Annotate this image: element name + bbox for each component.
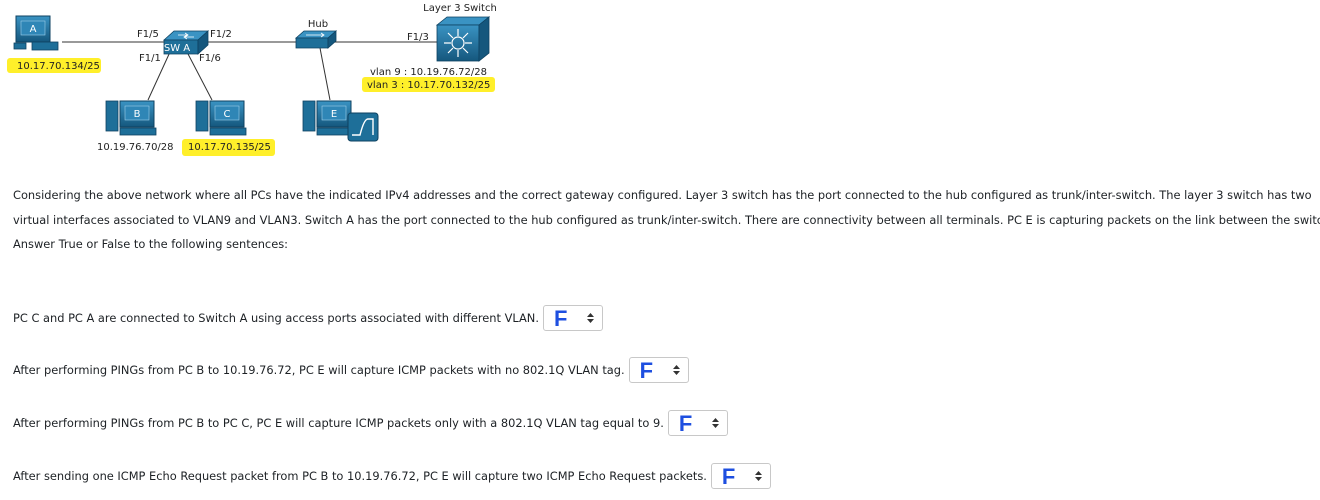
link-hub-pc-e — [319, 47, 331, 101]
question-1-text: PC C and PC A are connected to Switch A … — [13, 311, 539, 325]
port-f13-label: F1/3 — [407, 32, 429, 43]
instruction-line: Answer True or False to the following se… — [13, 237, 288, 251]
switch-a: SW A — [162, 30, 210, 55]
question-3-answer-value: F — [678, 411, 693, 436]
question-4-answer-value: F — [721, 464, 736, 489]
description-line-1: Considering the above network where all … — [13, 188, 1312, 202]
pc-b: B — [105, 100, 157, 136]
description-line-2: virtual interfaces associated to VLAN9 a… — [13, 213, 1320, 227]
pc-e: E — [302, 100, 354, 136]
question-3: After performing PINGs from PC B to PC C… — [13, 410, 728, 436]
port-f12-label: F1/2 — [210, 29, 232, 40]
question-1-answer-value: F — [553, 306, 568, 331]
question-4-text: After sending one ICMP Echo Request pack… — [13, 469, 707, 483]
pc-a-ip-label: 10.17.70.134/25 — [17, 61, 100, 72]
question-4-answer-select[interactable]: F — [710, 463, 771, 489]
pc-b-ip-label: 10.19.76.70/28 — [97, 142, 174, 153]
pc-e-letter: E — [331, 109, 337, 120]
port-f11-label: F1/1 — [139, 53, 161, 64]
question-3-text: After performing PINGs from PC B to PC C… — [13, 416, 664, 430]
question-3-answer-select[interactable]: F — [667, 410, 728, 436]
l3-switch — [435, 16, 491, 62]
select-arrows-icon — [754, 471, 762, 481]
vlan9-label: vlan 9 : 10.19.76.72/28 — [370, 67, 487, 78]
pc-c-letter: C — [224, 109, 231, 120]
question-4: After sending one ICMP Echo Request pack… — [13, 463, 771, 489]
hub — [294, 30, 338, 49]
pc-c: C — [195, 100, 247, 136]
pc-a-letter: A — [30, 24, 37, 35]
pc-b-letter: B — [134, 109, 141, 120]
question-2: After performing PINGs from PC B to 10.1… — [13, 357, 689, 383]
select-arrows-icon — [672, 365, 680, 375]
port-f15-label: F1/5 — [137, 29, 159, 40]
pc-c-ip-label: 10.17.70.135/25 — [188, 142, 271, 153]
vlan3-label: vlan 3 : 10.17.70.132/25 — [367, 80, 490, 91]
question-1: PC C and PC A are connected to Switch A … — [13, 305, 603, 331]
switch-a-label: SW A — [164, 43, 190, 54]
question-2-text: After performing PINGs from PC B to 10.1… — [13, 363, 625, 377]
question-2-answer-select[interactable]: F — [628, 357, 689, 383]
select-arrows-icon — [586, 313, 594, 323]
hub-label: Hub — [308, 19, 328, 30]
packet-sniffer-icon — [347, 112, 379, 142]
question-2-answer-value: F — [639, 358, 654, 383]
pc-a: A — [13, 15, 59, 51]
select-arrows-icon — [711, 418, 719, 428]
port-f16-label: F1/6 — [199, 53, 221, 64]
question-1-answer-select[interactable]: F — [542, 305, 603, 331]
l3switch-title: Layer 3 Switch — [423, 3, 497, 14]
network-diagram: A 10.17.70.134/25 SW A F1/5 F1/2 F1/1 F1… — [7, 3, 497, 156]
